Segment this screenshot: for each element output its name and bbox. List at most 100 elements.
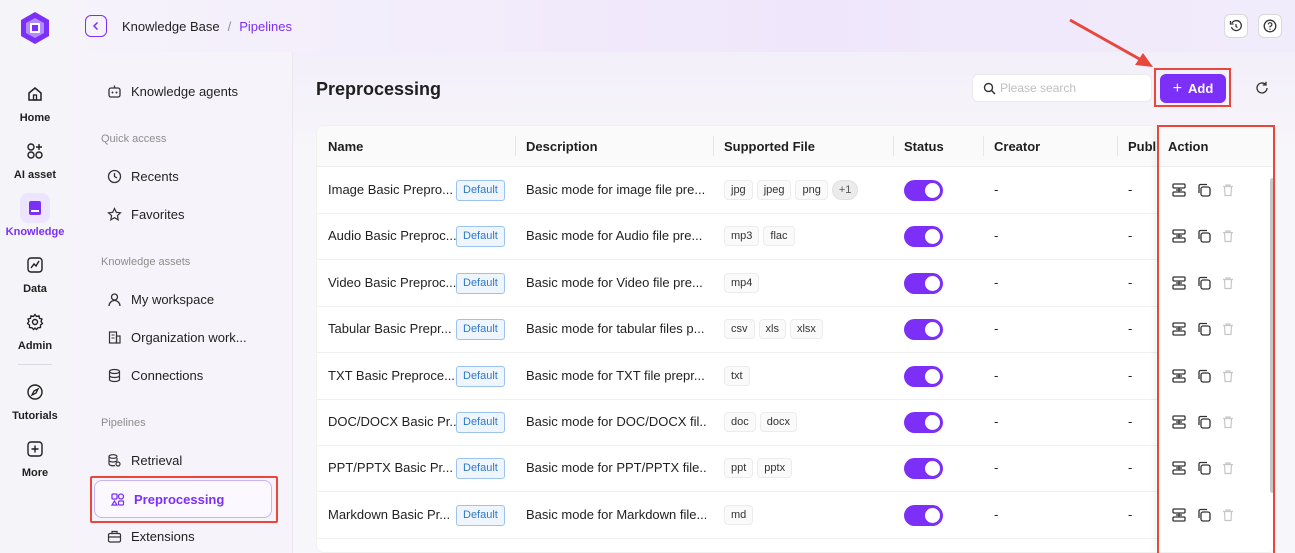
sidebar-item-label: Retrieval — [131, 452, 183, 468]
back-button[interactable] — [85, 15, 107, 37]
status-toggle[interactable] — [904, 180, 943, 201]
copy-icon[interactable] — [1197, 183, 1211, 197]
delete-icon[interactable] — [1221, 461, 1235, 475]
status-toggle[interactable] — [904, 365, 943, 387]
sidebar-item-retrieval[interactable]: Retrieval — [92, 441, 272, 479]
preprocessing-icon — [109, 491, 125, 507]
copy-icon[interactable] — [1197, 508, 1211, 522]
table-row[interactable]: Image Basic Prepro... Default Basic mode… — [317, 167, 1275, 214]
table-row[interactable]: Markdown Basic Pr... Default Basic mode … — [317, 492, 1275, 539]
sidebar-item-organization[interactable]: Organization work... — [92, 318, 272, 356]
delete-icon[interactable] — [1221, 183, 1235, 197]
default-badge: Default — [456, 365, 505, 387]
knowledge-icon — [20, 193, 50, 223]
table-row[interactable]: DOC/DOCX Basic Pr... Default Basic mode … — [317, 399, 1275, 446]
status-toggle[interactable] — [904, 319, 943, 341]
history-button[interactable] — [1224, 14, 1248, 38]
status-toggle[interactable] — [904, 458, 943, 480]
rail-item-ai-asset[interactable]: AI asset — [0, 136, 70, 181]
sidebar-item-recents[interactable]: Recents — [92, 157, 272, 195]
table-row[interactable]: Tabular Basic Prepr... Default Basic mod… — [317, 306, 1275, 354]
column-header-public[interactable]: Publi — [1128, 139, 1160, 154]
app-logo-icon[interactable] — [17, 10, 53, 46]
delete-icon[interactable] — [1221, 415, 1235, 429]
row-description: Basic mode for TXT file prepr... — [526, 367, 705, 383]
row-name[interactable]: Video Basic Preproc... — [328, 275, 456, 290]
row-name[interactable]: Image Basic Prepro... — [328, 182, 456, 197]
rail-item-admin[interactable]: Admin — [0, 307, 70, 352]
search-input[interactable] — [1000, 81, 1140, 95]
column-header-status[interactable]: Status — [904, 139, 944, 154]
config-icon[interactable] — [1172, 461, 1186, 476]
column-header-name[interactable]: Name — [328, 139, 363, 154]
rail-item-home[interactable]: Home — [0, 79, 70, 124]
sidebar-item-my-workspace[interactable]: My workspace — [92, 280, 272, 318]
status-toggle[interactable] — [904, 272, 943, 294]
rail-divider — [18, 364, 52, 365]
column-header-creator[interactable]: Creator — [994, 139, 1040, 154]
config-icon[interactable] — [1172, 229, 1186, 244]
history-icon — [1229, 19, 1242, 32]
status-toggle[interactable] — [904, 504, 943, 526]
delete-icon[interactable] — [1221, 508, 1235, 522]
sidebar-item-preprocessing[interactable]: Preprocessing — [94, 480, 272, 518]
sidebar-item-knowledge-agents[interactable]: Knowledge agents — [92, 72, 272, 110]
delete-icon[interactable] — [1221, 322, 1235, 336]
copy-icon[interactable] — [1197, 229, 1211, 244]
more-tags-badge[interactable]: +1 — [831, 180, 859, 200]
row-name[interactable]: TXT Basic Preproce... — [328, 368, 456, 383]
help-button[interactable] — [1258, 14, 1282, 38]
copy-icon[interactable] — [1197, 276, 1211, 290]
rail-item-data[interactable]: Data — [0, 250, 70, 295]
sidebar-item-extensions[interactable]: Extensions — [92, 517, 272, 553]
file-type-tag: jpg — [724, 180, 753, 200]
status-toggle[interactable] — [904, 412, 943, 433]
column-header-supported-file[interactable]: Supported File — [724, 139, 815, 154]
rail-item-knowledge[interactable]: Knowledge — [0, 193, 70, 238]
search-box[interactable] — [972, 74, 1152, 102]
config-icon[interactable] — [1172, 415, 1186, 429]
sidebar-item-label: Preprocessing — [134, 491, 225, 507]
delete-icon[interactable] — [1221, 229, 1235, 243]
delete-icon[interactable] — [1221, 276, 1235, 290]
row-name[interactable]: DOC/DOCX Basic Pr... — [328, 414, 456, 429]
breadcrumb-root[interactable]: Knowledge Base — [122, 19, 220, 34]
row-name[interactable]: Audio Basic Preproc... — [328, 228, 456, 243]
row-public: - — [1128, 182, 1133, 197]
rail-item-tutorials[interactable]: Tutorials — [0, 377, 70, 422]
sidebar-section-title: Quick access — [101, 133, 167, 145]
table-row[interactable]: Video Basic Preproc... Default Basic mod… — [317, 260, 1275, 307]
column-header-description[interactable]: Description — [526, 139, 598, 154]
row-creator: - — [994, 321, 999, 337]
copy-icon[interactable] — [1197, 415, 1211, 429]
config-icon[interactable] — [1172, 276, 1186, 290]
rail-item-more[interactable]: More — [0, 434, 70, 479]
config-icon[interactable] — [1172, 508, 1186, 522]
config-icon[interactable] — [1172, 368, 1186, 383]
sidebar-item-connections[interactable]: Connections — [92, 356, 272, 394]
row-name[interactable]: Tabular Basic Prepr... — [328, 321, 456, 336]
sidebar-item-favorites[interactable]: Favorites — [92, 195, 272, 233]
table-row[interactable]: TXT Basic Preproce... Default Basic mode… — [317, 353, 1275, 400]
rail-label: Home — [19, 112, 51, 124]
copy-icon[interactable] — [1197, 461, 1211, 476]
file-type-tag: xlsx — [789, 319, 823, 340]
config-icon[interactable] — [1172, 322, 1186, 336]
add-button[interactable]: + Add — [1160, 74, 1226, 103]
column-separator — [515, 136, 516, 156]
table-row[interactable]: Audio Basic Preproc... Default Basic mod… — [317, 213, 1275, 261]
compass-icon — [20, 377, 50, 407]
copy-icon[interactable] — [1197, 322, 1211, 336]
row-name[interactable]: PPT/PPTX Basic Pr... — [328, 460, 456, 475]
rail-label: More — [21, 467, 49, 479]
row-description: Basic mode for image file pre... — [526, 182, 706, 197]
copy-icon[interactable] — [1197, 369, 1211, 383]
table-row[interactable]: PPT/PPTX Basic Pr... Default Basic mode … — [317, 445, 1275, 493]
vertical-scrollbar[interactable] — [1270, 178, 1275, 493]
status-toggle[interactable] — [904, 226, 943, 248]
ai-asset-icon — [20, 136, 50, 166]
config-icon[interactable] — [1172, 183, 1186, 197]
refresh-icon[interactable] — [1254, 80, 1270, 96]
row-name[interactable]: Markdown Basic Pr... — [328, 507, 456, 522]
delete-icon[interactable] — [1221, 369, 1235, 383]
